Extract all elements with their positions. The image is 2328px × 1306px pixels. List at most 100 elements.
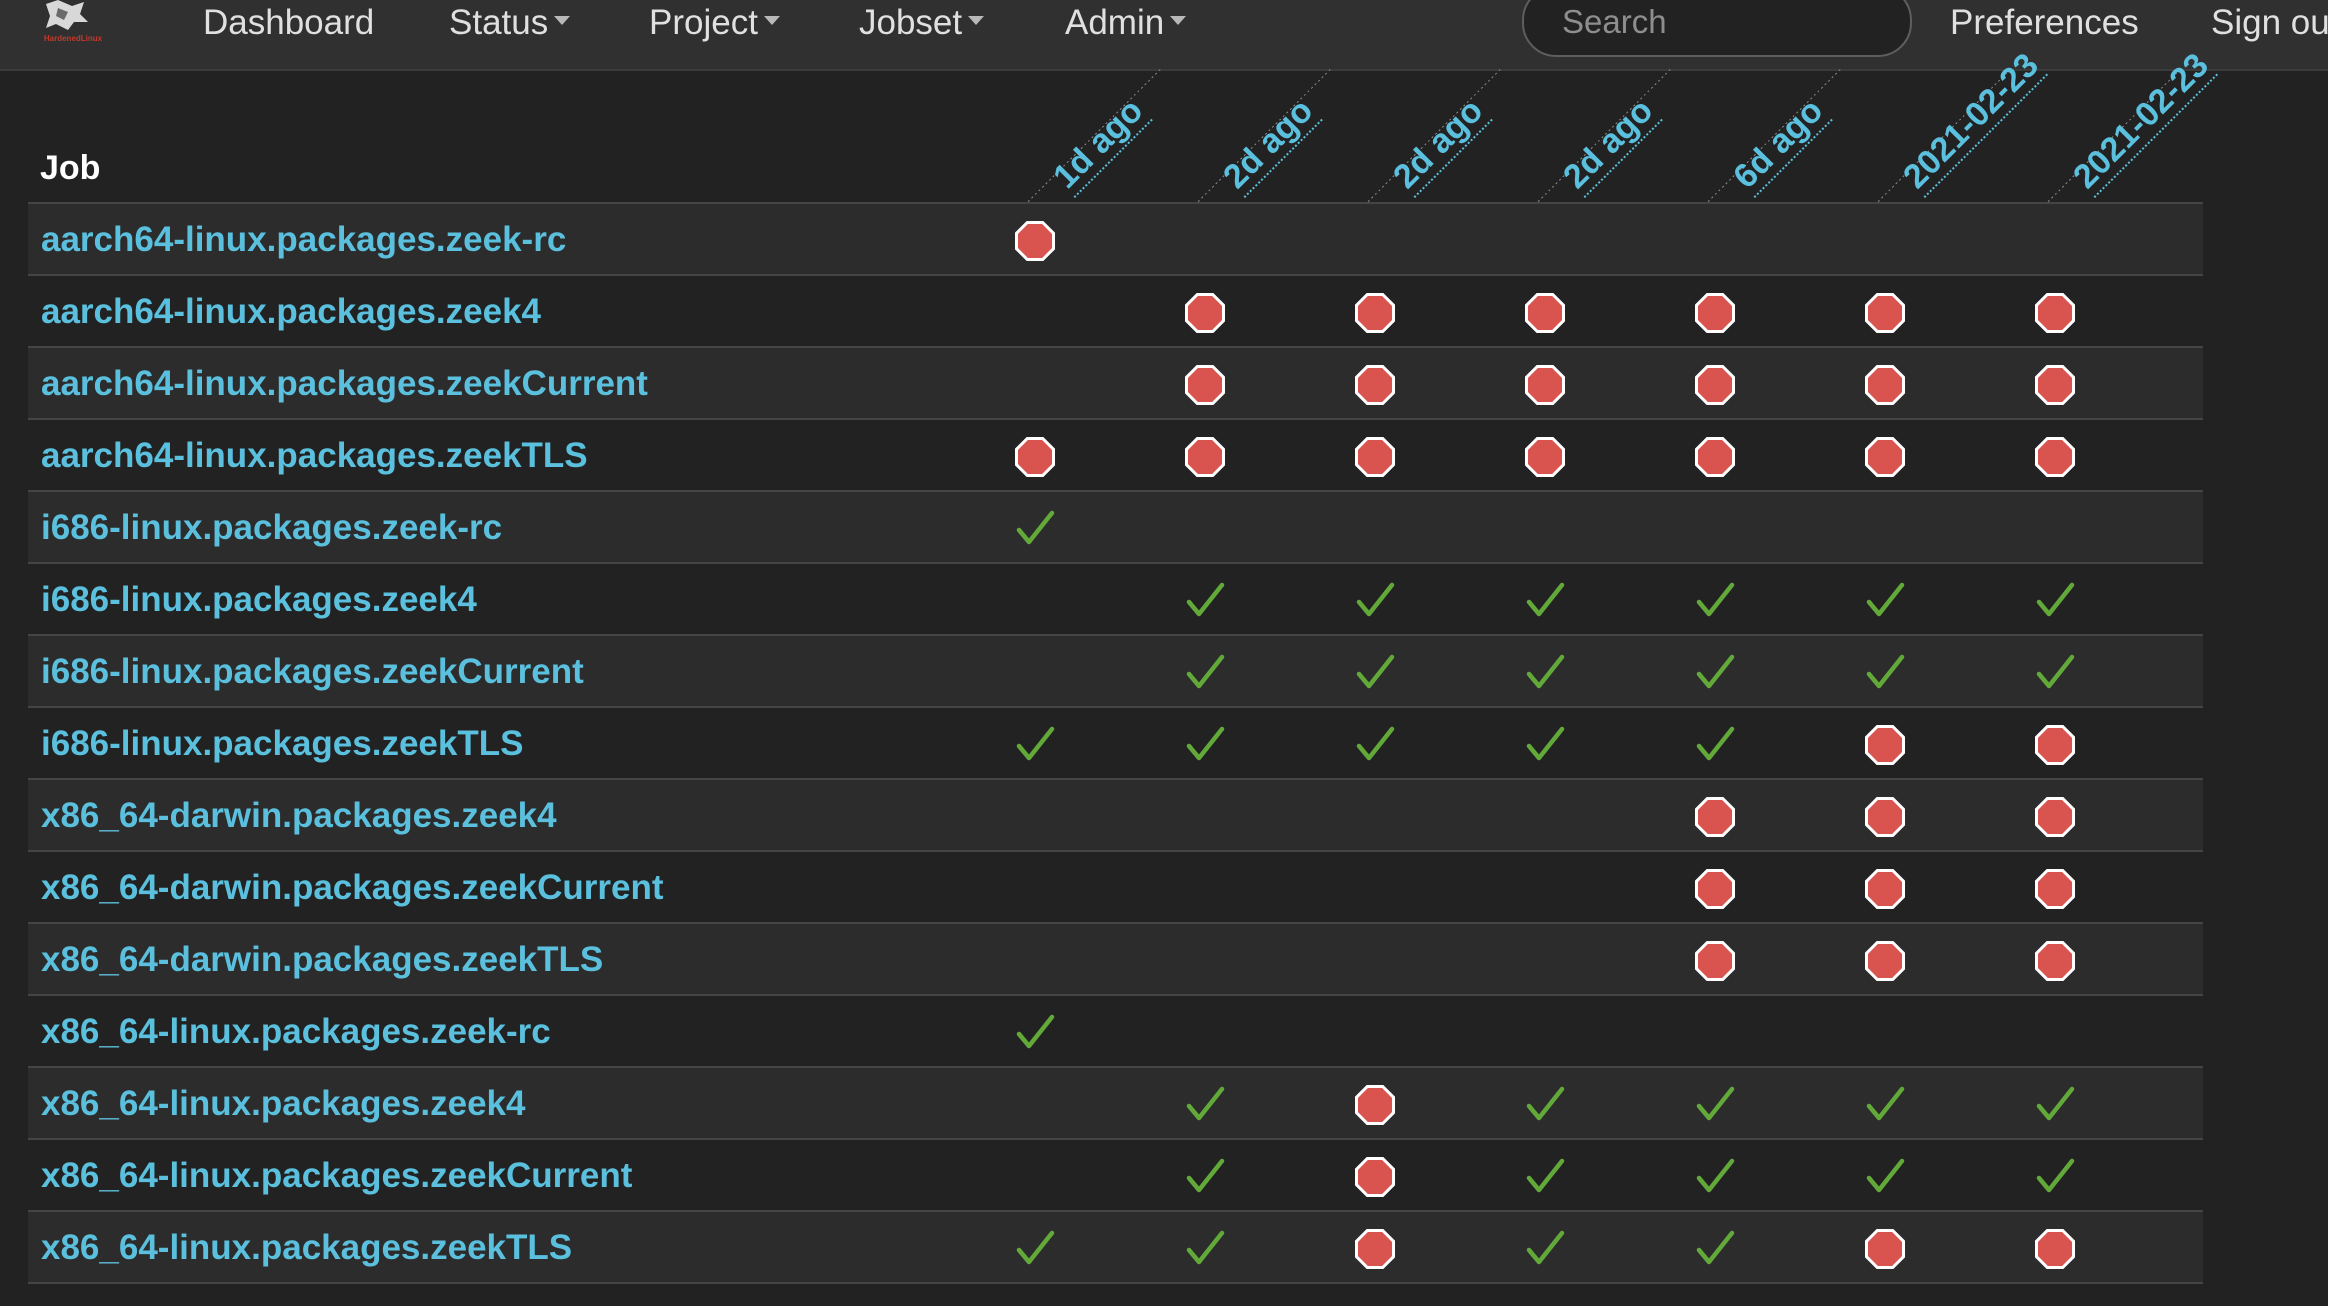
build-status-cell[interactable] [1355,1140,1525,1212]
job-link[interactable]: aarch64-linux.packages.zeekCurrent [41,348,648,420]
job-link[interactable]: aarch64-linux.packages.zeek4 [41,276,541,348]
nav-admin-dropdown[interactable]: Admin [1065,0,1187,46]
build-status-cell[interactable] [1355,564,1525,636]
nav-dashboard[interactable]: Dashboard [203,0,374,46]
build-status-cell[interactable] [2035,348,2205,420]
build-status-cell[interactable] [1015,492,1185,564]
build-status-cell[interactable] [1695,276,1865,348]
job-link[interactable]: x86_64-darwin.packages.zeekCurrent [41,852,664,924]
build-status-cell[interactable] [1865,1140,2035,1212]
build-status-cell[interactable] [1525,636,1695,708]
job-link[interactable]: aarch64-linux.packages.zeek-rc [41,204,566,276]
build-status-cell[interactable] [1185,348,1355,420]
build-status-cell[interactable] [1015,708,1185,780]
build-status-cell[interactable] [1865,348,2035,420]
build-status-cell[interactable] [2035,564,2205,636]
evaluation-time-link[interactable]: 2021-02-23 [1895,45,2048,198]
job-link[interactable]: i686-linux.packages.zeekCurrent [41,636,584,708]
build-status-cell[interactable] [2035,924,2205,996]
build-status-cell[interactable] [1015,1212,1185,1284]
build-status-cell[interactable] [1865,1212,2035,1284]
build-status-cell[interactable] [1865,420,2035,492]
build-status-cell[interactable] [1865,564,2035,636]
build-status-cell[interactable] [2035,420,2205,492]
build-status-cell[interactable] [1695,1140,1865,1212]
build-status-cell[interactable] [1185,564,1355,636]
build-status-cell[interactable] [1355,1212,1525,1284]
build-status-cell[interactable] [2035,1140,2205,1212]
hydra-logo[interactable]: HardenedLinux [28,0,118,46]
build-status-cell[interactable] [1185,1212,1355,1284]
search-input[interactable] [1562,2,1882,42]
build-status-cell[interactable] [1695,780,1865,852]
build-status-cell[interactable] [1695,708,1865,780]
build-status-cell[interactable] [1865,780,2035,852]
build-status-cell[interactable] [1865,852,2035,924]
build-status-cell[interactable] [1015,420,1185,492]
nav-status-dropdown[interactable]: Status [449,0,571,46]
build-status-cell[interactable] [1355,708,1525,780]
build-status-cell[interactable] [1015,204,1185,276]
build-status-cell[interactable] [1525,708,1695,780]
job-link[interactable]: x86_64-darwin.packages.zeekTLS [41,924,603,996]
evaluation-time-link[interactable]: 2d ago [1215,90,1323,198]
job-link[interactable]: x86_64-linux.packages.zeekTLS [41,1212,572,1284]
build-status-cell[interactable] [1865,924,2035,996]
build-status-cell[interactable] [1355,348,1525,420]
build-status-cell[interactable] [1355,636,1525,708]
build-status-cell[interactable] [1185,276,1355,348]
build-status-cell[interactable] [1525,1068,1695,1140]
build-status-cell[interactable] [1695,1212,1865,1284]
build-status-cell[interactable] [2035,708,2205,780]
nav-project-dropdown[interactable]: Project [649,0,780,46]
build-status-cell[interactable] [1355,420,1525,492]
build-status-cell[interactable] [2035,1068,2205,1140]
build-status-cell[interactable] [2035,1212,2205,1284]
job-link[interactable]: i686-linux.packages.zeek-rc [41,492,502,564]
build-status-cell[interactable] [1015,996,1185,1068]
sign-out-link[interactable]: Sign ou [2211,0,2328,46]
build-status-cell[interactable] [1695,564,1865,636]
build-status-cell[interactable] [1355,1068,1525,1140]
build-status-cell[interactable] [1695,420,1865,492]
search-box[interactable] [1522,0,1912,57]
job-link[interactable]: x86_64-darwin.packages.zeek4 [41,780,557,852]
build-status-cell[interactable] [1695,348,1865,420]
build-status-cell[interactable] [1695,1068,1865,1140]
job-link[interactable]: i686-linux.packages.zeekTLS [41,708,523,780]
preferences-link[interactable]: Preferences [1950,0,2139,46]
build-status-cell[interactable] [1865,708,2035,780]
job-link[interactable]: i686-linux.packages.zeek4 [41,564,477,636]
build-status-cell[interactable] [2035,780,2205,852]
build-status-cell[interactable] [1355,276,1525,348]
evaluation-time-link[interactable]: 1d ago [1045,90,1153,198]
build-status-cell[interactable] [1185,636,1355,708]
job-link[interactable]: x86_64-linux.packages.zeekCurrent [41,1140,632,1212]
build-status-cell[interactable] [1865,1068,2035,1140]
build-status-cell[interactable] [1525,564,1695,636]
evaluation-time-link[interactable]: 2021-02-23 [2065,45,2218,198]
build-status-cell[interactable] [1185,1140,1355,1212]
build-status-cell[interactable] [1185,708,1355,780]
build-status-cell[interactable] [1525,420,1695,492]
build-status-cell[interactable] [1695,636,1865,708]
build-status-cell[interactable] [1185,420,1355,492]
job-link[interactable]: aarch64-linux.packages.zeekTLS [41,420,588,492]
build-status-cell[interactable] [1185,1068,1355,1140]
build-status-cell[interactable] [1865,276,2035,348]
build-status-cell[interactable] [2035,276,2205,348]
job-link[interactable]: x86_64-linux.packages.zeek4 [41,1068,525,1140]
build-status-cell[interactable] [1525,348,1695,420]
build-status-cell[interactable] [1695,852,1865,924]
build-status-cell[interactable] [1695,924,1865,996]
build-status-cell[interactable] [1525,1140,1695,1212]
build-status-cell[interactable] [1525,1212,1695,1284]
job-link[interactable]: x86_64-linux.packages.zeek-rc [41,996,551,1068]
evaluation-time-link[interactable]: 2d ago [1555,90,1663,198]
build-status-cell[interactable] [1525,276,1695,348]
build-status-cell[interactable] [2035,852,2205,924]
nav-jobset-dropdown[interactable]: Jobset [859,0,985,46]
evaluation-time-link[interactable]: 6d ago [1725,90,1833,198]
build-status-cell[interactable] [2035,636,2205,708]
build-status-cell[interactable] [1865,636,2035,708]
